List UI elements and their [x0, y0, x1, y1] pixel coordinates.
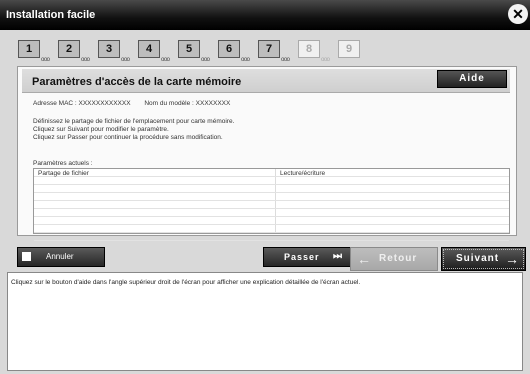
next-button[interactable]: Suivant → — [441, 247, 526, 271]
instruction-line: Définissez le partage de fichier de l'em… — [33, 118, 235, 125]
table-row — [34, 233, 509, 241]
instructions: Définissez le partage de fichier de l'em… — [33, 118, 234, 142]
table-row — [34, 201, 509, 209]
arrow-right-icon: → — [505, 251, 519, 267]
model-name: Nom du modèle : XXXXXXXX — [144, 100, 231, 107]
step-number: 5 — [185, 43, 193, 55]
table-header-row: Partage de fichier Lecture/écriture — [34, 169, 509, 177]
title-bar: Installation facile ✕ — [0, 0, 530, 30]
cancel-label: Annuler — [46, 252, 74, 261]
skip-forward-icon: ⏭ — [333, 251, 342, 262]
step-number: 9 — [345, 43, 353, 55]
table-row — [34, 177, 509, 185]
instruction-line: Cliquez sur Passer pour continuer la pro… — [33, 134, 223, 141]
main-panel: Paramètres d'accès de la carte mémoire A… — [17, 66, 517, 241]
step-number: 8 — [305, 43, 313, 55]
next-label: Suivant — [456, 253, 500, 264]
skip-button[interactable]: Passer ⏭ — [263, 247, 351, 267]
step-number: 4 — [145, 43, 153, 55]
button-bar: Annuler Passer ⏭ ← Retour Suivant → — [0, 247, 530, 272]
help-text: Cliquez sur le bouton d'aide dans l'angl… — [11, 279, 361, 286]
step-3: 3 ooo — [98, 40, 130, 63]
skip-label: Passer — [284, 252, 320, 262]
step-8: 8 ooo — [298, 40, 330, 63]
step-number: 6 — [225, 43, 233, 55]
table-row — [34, 217, 509, 225]
table-row — [34, 193, 509, 201]
page-title: Paramètres d'accès de la carte mémoire — [32, 76, 242, 88]
help-button[interactable]: Aide — [437, 70, 507, 88]
window-title: Installation facile — [6, 9, 96, 21]
help-text-box: Cliquez sur le bouton d'aide dans l'angl… — [7, 272, 523, 371]
step-number: 3 — [105, 43, 113, 55]
panel-header: Paramètres d'accès de la carte mémoire A… — [22, 69, 510, 93]
step-2: 2 ooo — [58, 40, 90, 63]
table-cell: Lecture/écriture — [280, 170, 326, 177]
device-info: Adresse MAC : XXXXXXXXXXXX Nom du modèle… — [33, 100, 242, 107]
table-row — [34, 209, 509, 217]
arrow-left-icon: ← — [357, 251, 371, 267]
table-row — [34, 225, 509, 233]
back-button[interactable]: ← Retour — [350, 247, 438, 271]
step-number: 7 — [265, 43, 273, 55]
step-7: 7 ooo — [258, 40, 290, 63]
step-6: 6 ooo — [218, 40, 250, 63]
step-4: 4 ooo — [138, 40, 170, 63]
table-cell: Partage de fichier — [38, 170, 89, 177]
close-icon[interactable]: ✕ — [508, 4, 528, 24]
params-table: Partage de fichier Lecture/écriture — [33, 168, 510, 241]
step-number: 1 — [25, 43, 33, 55]
current-params-label: Paramètres actuels : — [33, 160, 93, 167]
step-9: 9 — [338, 40, 360, 58]
mac-address: Adresse MAC : XXXXXXXXXXXX — [33, 100, 131, 107]
instruction-line: Cliquez sur Suivant pour modifier le par… — [33, 126, 169, 133]
cancel-icon — [22, 252, 31, 261]
step-number: 2 — [65, 43, 73, 55]
table-row — [34, 185, 509, 193]
step-1: 1 ooo — [18, 40, 50, 63]
cancel-button[interactable]: Annuler — [17, 247, 105, 267]
step-5: 5 ooo — [178, 40, 210, 63]
back-label: Retour — [379, 253, 418, 264]
